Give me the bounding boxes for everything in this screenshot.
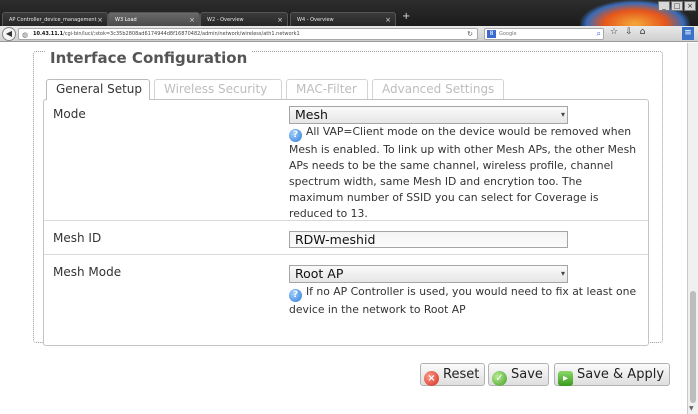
mode-row: Mode Mesh ▾ ? All VAP=Client mode on the … — [44, 100, 648, 220]
tab-advanced-settings[interactable]: Advanced Settings — [372, 79, 504, 99]
browser-tab-title: W3 Load — [115, 17, 137, 23]
search-icon[interactable]: ⌕ — [597, 29, 601, 39]
back-button[interactable]: ◀ — [2, 27, 16, 41]
browser-tab-1[interactable]: AP Controller_device_management × — [2, 12, 108, 26]
mesh-mode-select-value: Root AP — [295, 266, 344, 281]
mesh-id-row: Mesh ID RDW-meshid — [44, 220, 648, 254]
browser-tab-bar: AP Controller_device_management × W3 Loa… — [0, 0, 698, 40]
apply-icon: ▸ — [558, 371, 573, 386]
reset-icon: × — [424, 371, 439, 386]
mesh-mode-help-text: If no AP Controller is used, you would n… — [289, 285, 637, 316]
mesh-mode-select[interactable]: Root AP ▾ — [289, 265, 568, 283]
mode-select-value: Mesh — [295, 107, 328, 122]
tab-general-setup[interactable]: General Setup — [46, 79, 150, 100]
info-icon: ? — [289, 289, 302, 302]
close-tab-icon[interactable]: × — [97, 13, 103, 26]
dropdown-arrow-icon: ▾ — [560, 269, 565, 278]
search-bar[interactable]: 8 Google ⌕ — [484, 28, 604, 40]
firefox-menu-button[interactable]: ≡ — [682, 27, 694, 40]
browser-tab-title: W4 - Overview — [297, 17, 334, 23]
url-path: /cgi-bin/luci/;stok=3c35b2808ad6174944d8… — [63, 31, 300, 37]
save-button[interactable]: ✓ Save — [488, 363, 549, 386]
action-bar: × Reset ✓ Save ▸ Save & Apply — [0, 359, 687, 414]
mesh-mode-label: Mesh Mode — [53, 265, 122, 279]
close-tab-icon[interactable]: × — [385, 13, 391, 26]
search-placeholder: Google — [499, 31, 517, 37]
close-tab-icon[interactable]: × — [189, 13, 195, 26]
browser-tab-title: AP Controller_device_management — [9, 17, 97, 23]
reset-button[interactable]: × Reset — [420, 363, 486, 386]
close-window-button[interactable]: × — [684, 1, 696, 11]
site-identity-icon: ◍ — [22, 31, 29, 39]
mode-label: Mode — [53, 107, 86, 121]
reload-icon[interactable]: ↻ — [467, 29, 473, 39]
mode-help: ? All VAP=Client mode on the device would… — [289, 124, 639, 222]
address-bar[interactable]: ◍ 10.43.11.1/cgi-bin/luci/;stok=3c35b280… — [18, 28, 478, 40]
vertical-scrollbar[interactable]: ▼ — [687, 43, 698, 414]
browser-tab-3[interactable]: W2 - Overview × — [200, 12, 288, 26]
maximize-button[interactable]: □ — [671, 1, 683, 11]
window-controls: _ □ × — [658, 1, 696, 11]
save-icon: ✓ — [492, 371, 507, 386]
mode-select[interactable]: Mesh ▾ — [289, 106, 568, 124]
mesh-id-label: Mesh ID — [53, 231, 102, 245]
browser-tab-4[interactable]: W4 - Overview × — [290, 12, 396, 26]
toolbar-icons: ☆ ⇩ ⌂ — [610, 27, 645, 37]
google-icon: 8 — [487, 30, 496, 38]
back-arrow-icon: ◀ — [5, 29, 13, 38]
save-apply-label: Save & Apply — [577, 367, 665, 382]
mesh-mode-row: Mesh Mode Root AP ▾ ? If no AP Controller… — [44, 254, 648, 345]
home-icon[interactable]: ⌂ — [640, 27, 646, 37]
save-apply-button[interactable]: ▸ Save & Apply — [554, 363, 671, 386]
navigation-bar: ◀ ◍ 10.43.11.1/cgi-bin/luci/;stok=3c35b2… — [0, 26, 698, 42]
save-label: Save — [511, 367, 543, 382]
tab-wireless-security[interactable]: Wireless Security — [154, 79, 282, 99]
mesh-mode-help: ? If no AP Controller is used, you would … — [289, 284, 639, 318]
scroll-down-arrow-icon[interactable]: ▼ — [689, 405, 694, 412]
downloads-icon[interactable]: ⇩ — [625, 27, 633, 37]
dropdown-arrow-icon: ▾ — [560, 110, 565, 119]
tab-mac-filter[interactable]: MAC-Filter — [286, 79, 368, 99]
reset-label: Reset — [443, 367, 480, 382]
mesh-id-value: RDW-meshid — [295, 232, 376, 247]
url-host: 10.43.11.1 — [33, 31, 64, 37]
close-tab-icon[interactable]: × — [277, 13, 283, 26]
general-setup-panel: Mode Mesh ▾ ? All VAP=Client mode on the … — [43, 99, 649, 346]
section-title: Interface Configuration — [46, 49, 252, 67]
mode-help-text: All VAP=Client mode on the device would … — [289, 125, 637, 220]
mesh-id-input[interactable]: RDW-meshid — [289, 231, 568, 248]
scrollbar-thumb[interactable] — [690, 291, 696, 403]
minimize-button[interactable]: _ — [658, 1, 670, 11]
info-icon: ? — [289, 129, 302, 142]
new-tab-button[interactable]: + — [402, 11, 410, 22]
browser-tab-2[interactable]: W3 Load × — [108, 12, 200, 26]
page-viewport: Interface Configuration General Setup Wi… — [0, 43, 687, 414]
bookmark-star-icon[interactable]: ☆ — [610, 27, 618, 37]
browser-tab-title: W2 - Overview — [207, 17, 244, 23]
